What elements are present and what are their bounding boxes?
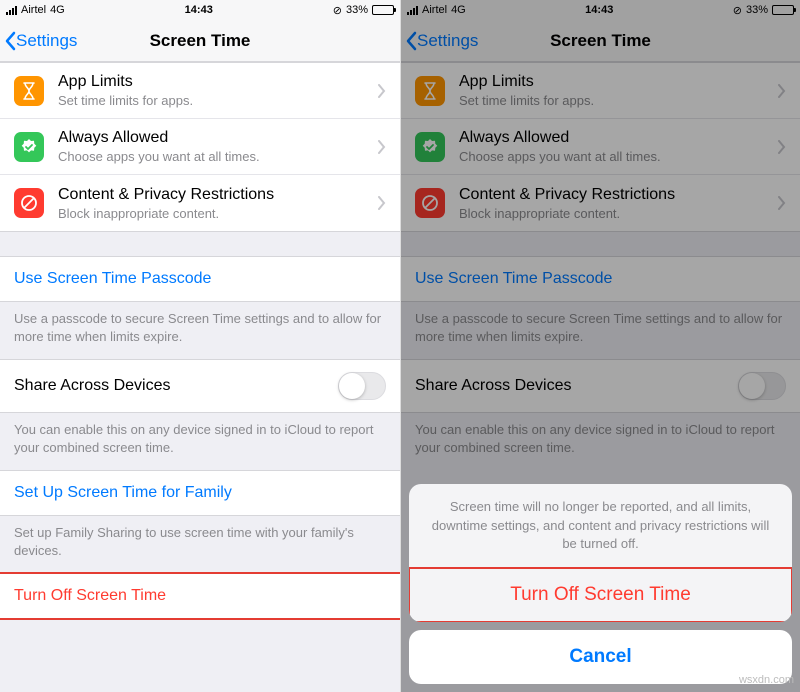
row-content-privacy[interactable]: Content & Privacy Restrictions Block ina…	[0, 175, 400, 231]
chevron-right-icon	[378, 84, 386, 98]
row-subtitle: Block inappropriate content.	[58, 206, 372, 221]
row-share-across-devices[interactable]: Share Across Devices	[0, 360, 400, 412]
footer-family: Set up Family Sharing to use screen time…	[0, 516, 400, 573]
row-turn-off-screen-time[interactable]: Turn Off Screen Time	[0, 574, 400, 618]
rotation-lock-icon: ⊘	[333, 4, 342, 17]
row-title: Content & Privacy Restrictions	[58, 186, 372, 204]
phone-left: Airtel 4G 14:43 ⊘ 33% Settings Screen Ti…	[0, 0, 400, 692]
clock: 14:43	[185, 4, 213, 16]
link-label: Turn Off Screen Time	[14, 587, 166, 605]
no-entry-icon	[14, 188, 44, 218]
watermark: wsxdn.com	[739, 674, 794, 686]
status-bar: Airtel 4G 14:43 ⊘ 33%	[0, 0, 400, 20]
chevron-left-icon	[4, 31, 16, 51]
row-app-limits[interactable]: App Limits Set time limits for apps.	[0, 63, 400, 119]
check-badge-icon	[14, 132, 44, 162]
action-sheet: Screen time will no longer be reported, …	[409, 484, 792, 684]
battery-icon	[372, 5, 394, 15]
row-title: App Limits	[58, 73, 372, 91]
row-title: Always Allowed	[58, 129, 372, 147]
carrier-label: Airtel	[21, 4, 46, 16]
row-subtitle: Set time limits for apps.	[58, 93, 372, 108]
page-title: Screen Time	[150, 31, 251, 51]
nav-header: Settings Screen Time	[0, 20, 400, 62]
sheet-turn-off-button[interactable]: Turn Off Screen Time	[409, 568, 792, 622]
share-toggle[interactable]	[338, 372, 386, 400]
hourglass-icon	[14, 76, 44, 106]
row-use-passcode[interactable]: Use Screen Time Passcode	[0, 257, 400, 301]
row-subtitle: Choose apps you want at all times.	[58, 149, 372, 164]
phone-right: Airtel 4G 14:43 ⊘ 33% Settings Screen Ti…	[400, 0, 800, 692]
row-title: Share Across Devices	[14, 377, 171, 395]
sheet-message: Screen time will no longer be reported, …	[409, 484, 792, 568]
network-label: 4G	[50, 4, 65, 16]
row-always-allowed[interactable]: Always Allowed Choose apps you want at a…	[0, 119, 400, 175]
row-setup-family[interactable]: Set Up Screen Time for Family	[0, 471, 400, 515]
link-label: Use Screen Time Passcode	[14, 270, 211, 288]
back-button[interactable]: Settings	[4, 31, 77, 51]
chevron-right-icon	[378, 140, 386, 154]
footer-share: You can enable this on any device signed…	[0, 413, 400, 470]
chevron-right-icon	[378, 196, 386, 210]
link-label: Set Up Screen Time for Family	[14, 484, 232, 502]
back-label: Settings	[16, 31, 77, 51]
footer-passcode: Use a passcode to secure Screen Time set…	[0, 302, 400, 359]
battery-pct: 33%	[346, 4, 368, 16]
signal-icon	[6, 6, 17, 15]
sheet-cancel-button[interactable]: Cancel	[409, 630, 792, 684]
